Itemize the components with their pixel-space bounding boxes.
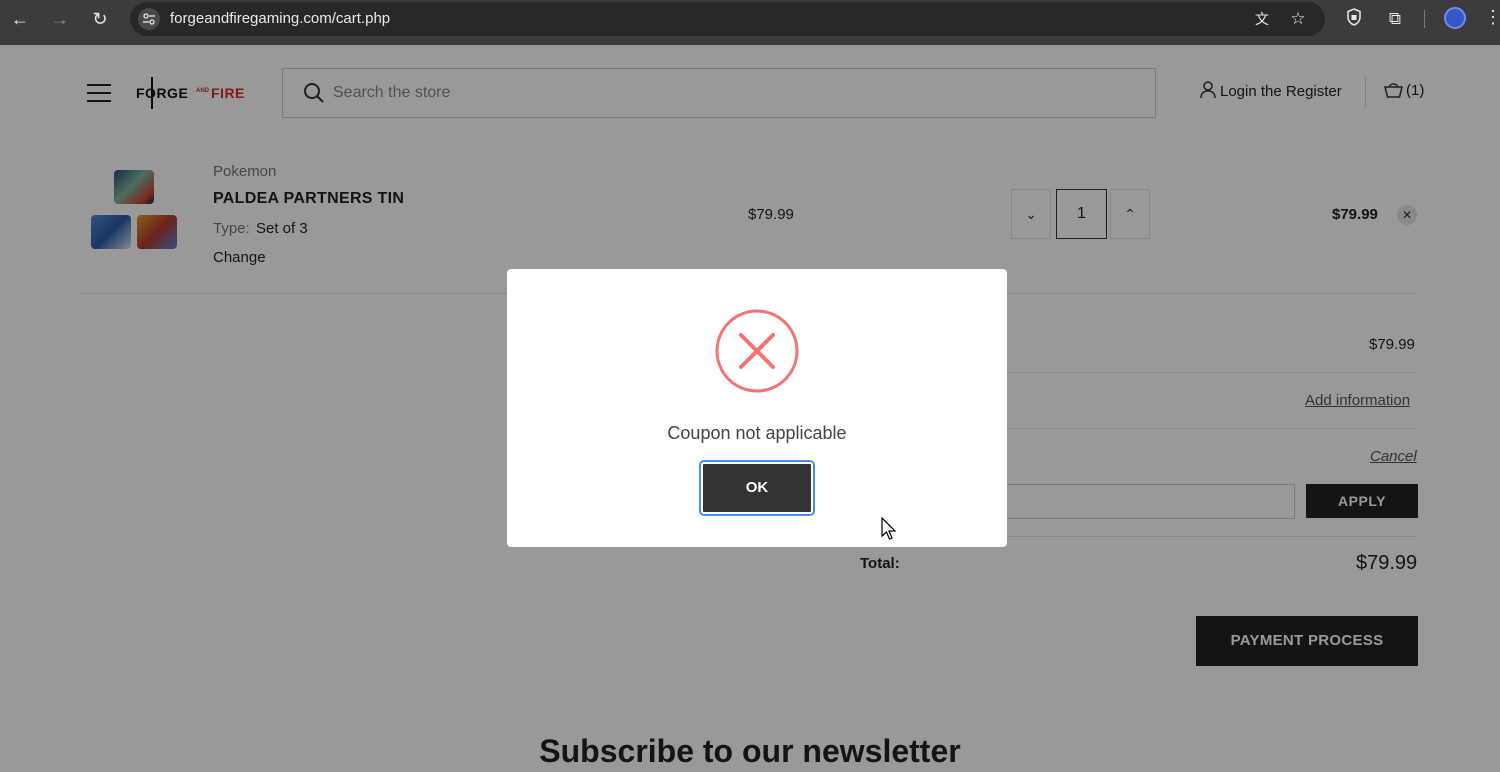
mouse-cursor-icon: [881, 517, 897, 540]
forward-icon[interactable]: →: [48, 8, 72, 30]
cart-page: FORGE AND FIRE Login the Register (1) Po…: [0, 45, 1500, 772]
shield-extension-icon[interactable]: [1343, 8, 1365, 30]
translate-icon[interactable]: 文: [1251, 8, 1273, 30]
url-text[interactable]: forgeandfiregaming.com/cart.php: [170, 10, 390, 27]
error-x-icon: [715, 309, 799, 393]
site-info-icon[interactable]: [138, 8, 160, 30]
back-icon[interactable]: ←: [8, 8, 32, 30]
browser-menu-icon[interactable]: ⋮: [1484, 6, 1500, 28]
ok-button[interactable]: OK: [699, 460, 815, 516]
browser-toolbar: ← → ↻ forgeandfiregaming.com/cart.php 文 …: [0, 0, 1500, 45]
extensions-icon[interactable]: ⧉: [1384, 8, 1406, 30]
dialog-message: Coupon not applicable: [667, 423, 847, 443]
profile-avatar[interactable]: [1444, 7, 1466, 29]
reload-icon[interactable]: ↻: [88, 8, 112, 30]
bookmark-star-icon[interactable]: ☆: [1287, 8, 1309, 30]
modal-backdrop[interactable]: Coupon not applicable OK: [0, 45, 1500, 772]
toolbar-divider: [1424, 10, 1425, 28]
error-dialog: Coupon not applicable OK: [507, 269, 1007, 547]
address-bar[interactable]: forgeandfiregaming.com/cart.php 文 ☆: [130, 2, 1325, 36]
